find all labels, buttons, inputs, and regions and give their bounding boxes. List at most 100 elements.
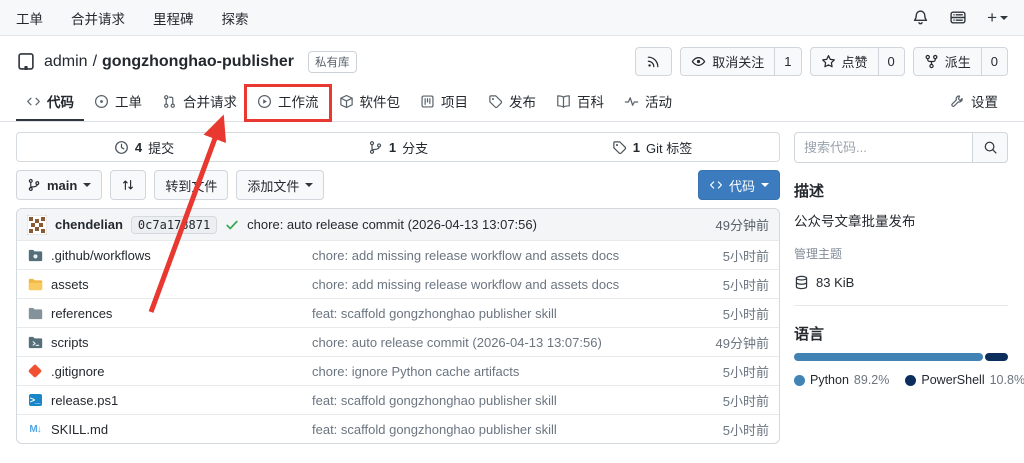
file-row[interactable]: >_release.ps1 feat: scaffold gongzhongha… [17,385,779,414]
file-row[interactable]: M↓ SKILL.md feat: scaffold gongzhonghao p… [17,414,779,443]
branch-selector-button[interactable]: main [16,170,102,200]
compare-arrows-icon [121,178,135,192]
user-avatar-icon[interactable] [949,9,967,26]
commits-stat[interactable]: 4提交 [17,133,271,161]
file-name[interactable]: release.ps1 [51,393,118,408]
chevron-down-icon [1000,16,1008,20]
check-success-icon[interactable] [225,218,239,232]
repo-name-link[interactable]: gongzhonghao-publisher [102,53,294,71]
file-commit-message[interactable]: chore: add missing release workflow and … [312,277,669,292]
commit-message-link[interactable]: chore: auto release commit (2026-04-13 1… [247,217,707,232]
add-file-button[interactable]: 添加文件 [236,170,324,200]
star-button[interactable]: 点赞 0 [810,47,905,76]
commit-author[interactable]: chendelian [55,217,123,232]
file-name[interactable]: references [51,306,112,321]
tab-projects[interactable]: 项目 [410,83,478,121]
book-icon [556,94,571,109]
database-icon [794,275,809,290]
file-commit-message[interactable]: chore: auto release commit (2026-04-13 1… [312,335,669,350]
file-commit-message[interactable]: chore: ignore Python cache artifacts [312,364,669,379]
file-row[interactable]: .gitignore chore: ignore Python cache ar… [17,356,779,385]
tab-activity[interactable]: 活动 [614,83,682,121]
code-icon [26,94,41,109]
language-legend: Python 89.2% PowerShell 10.8% [794,373,1008,387]
file-name[interactable]: .gitignore [51,364,104,379]
star-count: 0 [878,48,904,75]
nav-milestones[interactable]: 里程碑 [153,8,194,28]
file-commit-message[interactable]: feat: scaffold gongzhonghao publisher sk… [312,306,669,321]
rss-feed-button[interactable] [635,47,672,76]
tab-code[interactable]: 代码 [16,83,84,121]
search-input[interactable] [794,132,972,163]
nav-issues[interactable]: 工单 [16,8,43,28]
file-commit-message[interactable]: feat: scaffold gongzhonghao publisher sk… [312,422,669,437]
file-commit-time: 5小时前 [669,420,769,439]
main-content: 4提交 1分支 1Git 标签 main 转到文件 添加文件 [0,122,1024,444]
eye-icon [691,54,706,69]
search-button[interactable] [972,132,1008,163]
file-row[interactable]: references feat: scaffold gongzhonghao p… [17,298,779,327]
legend-powershell: PowerShell 10.8% [905,373,1024,387]
create-new-dropdown[interactable]: + [987,9,1008,26]
code-toolbar: main 转到文件 添加文件 代码 [16,170,780,200]
compare-branches-button[interactable] [110,170,146,200]
file-row[interactable]: .github/workflows chore: add missing rel… [17,240,779,269]
fork-button[interactable]: 派生 0 [913,47,1008,76]
tags-stat[interactable]: 1Git 标签 [525,133,779,161]
file-commit-message[interactable]: chore: add missing release workflow and … [312,248,669,263]
git-icon [27,363,43,379]
file-name[interactable]: assets [51,277,89,292]
fork-count: 0 [981,48,1007,75]
file-name[interactable]: scripts [51,335,89,350]
file-row[interactable]: scripts chore: auto release commit (2026… [17,327,779,356]
nav-explore[interactable]: 探索 [222,8,249,28]
repo-size: 83 KiB [794,275,1008,290]
file-commit-message[interactable]: feat: scaffold gongzhonghao publisher sk… [312,393,669,408]
file-commit-time: 5小时前 [669,362,769,381]
star-icon [821,54,836,69]
tab-releases[interactable]: 发布 [478,83,546,121]
file-name[interactable]: .github/workflows [51,248,151,263]
code-download-button[interactable]: 代码 [698,170,780,200]
repo-owner-link[interactable]: admin [44,53,88,71]
language-bar-powershell [985,353,1008,361]
tab-actions-workflow[interactable]: 工作流 [247,83,329,121]
folder-assets-icon [27,276,43,292]
notifications-bell-icon[interactable] [912,9,929,26]
chevron-down-icon [83,183,91,187]
branch-icon [27,178,41,192]
avatar[interactable] [27,215,47,235]
repo-stats-bar: 4提交 1分支 1Git 标签 [16,132,780,162]
file-table: chendelian 0c7a178871 chore: auto releas… [16,208,780,444]
repo-title-separator: / [93,53,97,71]
folder-scripts-icon [27,334,43,350]
file-name[interactable]: SKILL.md [51,422,108,437]
file-commit-time: 49分钟前 [669,333,769,352]
package-icon [339,94,354,109]
unwatch-button[interactable]: 取消关注 1 [680,47,801,76]
latest-commit-row: chendelian 0c7a178871 chore: auto releas… [17,209,779,240]
tab-wiki[interactable]: 百科 [546,83,614,121]
manage-topics-link[interactable]: 管理主题 [794,245,1008,262]
code-icon [709,178,723,192]
tab-pull-requests[interactable]: 合并请求 [152,83,247,121]
sidebar-divider [794,305,1008,306]
file-commit-time: 5小时前 [669,304,769,323]
python-dot-icon [794,375,805,386]
folder-icon [27,305,43,321]
markdown-icon: M↓ [27,421,43,437]
legend-python: Python 89.2% [794,373,889,387]
tab-settings[interactable]: 设置 [940,83,1008,121]
project-board-icon [420,94,435,109]
nav-pull-requests[interactable]: 合并请求 [71,8,125,28]
tab-packages[interactable]: 软件包 [329,83,411,121]
repo-header: admin / gongzhonghao-publisher 私有库 取消关注 … [0,36,1024,83]
tag-icon [612,140,627,155]
tab-issues[interactable]: 工单 [84,83,152,121]
branches-stat[interactable]: 1分支 [271,133,525,161]
file-row[interactable]: assets chore: add missing release workfl… [17,269,779,298]
folder-github-icon [27,247,43,263]
goto-file-button[interactable]: 转到文件 [154,170,228,200]
commit-hash[interactable]: 0c7a178871 [131,216,217,234]
private-repo-badge: 私有库 [308,51,357,73]
